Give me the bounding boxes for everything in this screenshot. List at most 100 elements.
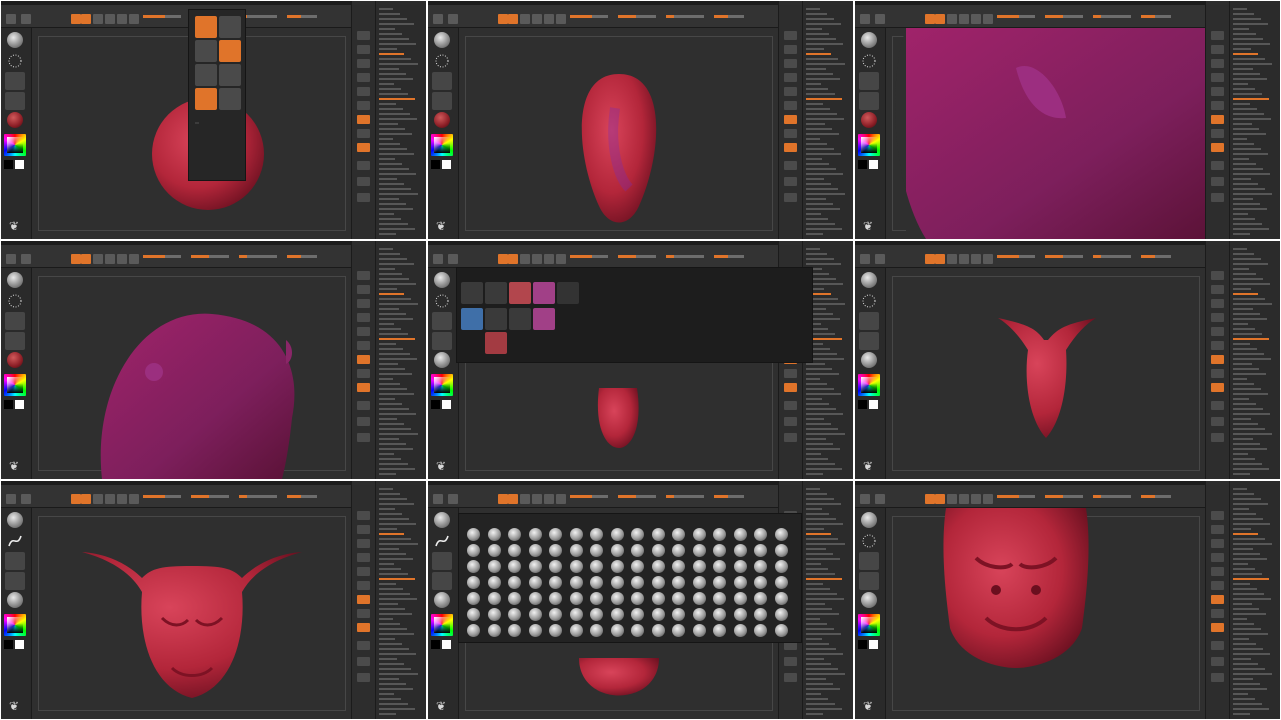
shelf-button[interactable] (784, 401, 797, 410)
focal-shift-slider[interactable] (239, 255, 277, 258)
shelf-button[interactable] (1211, 355, 1224, 364)
brush-thumbnail[interactable] (528, 560, 542, 573)
tray-row[interactable] (379, 612, 423, 616)
color-picker-icon[interactable] (858, 374, 880, 396)
tray-row[interactable] (806, 62, 850, 66)
shelf-button[interactable] (357, 417, 370, 426)
shelf-button[interactable] (357, 101, 370, 110)
tray-row[interactable] (806, 437, 850, 441)
shelf-button[interactable] (1211, 511, 1224, 520)
shelf-button[interactable] (784, 101, 797, 110)
brush-thumbnail[interactable] (508, 544, 521, 557)
tray-row[interactable] (1233, 117, 1277, 121)
material-icon[interactable] (861, 592, 877, 608)
tray-row[interactable] (379, 182, 423, 186)
toolbar-button[interactable] (959, 14, 969, 24)
alpha-icon[interactable] (432, 72, 452, 90)
tray-row[interactable] (1233, 52, 1277, 56)
brush-thumbnail[interactable] (508, 560, 521, 573)
brush-thumbnail[interactable] (733, 592, 747, 605)
shelf-button[interactable] (1211, 45, 1224, 54)
shelf-button[interactable] (1211, 553, 1224, 562)
tray-row[interactable] (1233, 552, 1277, 556)
tray-row[interactable] (1233, 172, 1277, 176)
tray-row[interactable] (379, 92, 423, 96)
brush-thumbnail[interactable] (754, 624, 767, 637)
tray-row[interactable] (379, 537, 423, 541)
shelf-button[interactable] (1211, 327, 1224, 336)
tray-row[interactable] (806, 557, 850, 561)
tray-row[interactable] (806, 47, 850, 51)
tray-row[interactable] (1233, 512, 1277, 516)
tray-row[interactable] (1233, 507, 1277, 511)
document-canvas[interactable] (886, 268, 1206, 479)
stroke-icon[interactable] (859, 532, 879, 550)
tray-row[interactable] (806, 532, 850, 536)
shelf-button[interactable] (357, 341, 370, 350)
tray-row[interactable] (379, 622, 423, 626)
shelf-button[interactable] (784, 87, 797, 96)
brush-thumbnail[interactable] (754, 592, 767, 605)
tray-row[interactable] (379, 22, 423, 26)
tray-row[interactable] (1233, 467, 1277, 471)
tray-row[interactable] (379, 687, 423, 691)
lightbox-tile[interactable] (533, 308, 555, 330)
brush-thumbnail[interactable] (733, 560, 747, 573)
tray-row[interactable] (379, 87, 423, 91)
toolbar-button[interactable] (959, 254, 969, 264)
toolbar-button[interactable] (556, 494, 566, 504)
toolbar-button[interactable] (433, 254, 443, 264)
tray-row[interactable] (1233, 502, 1277, 506)
tray-row[interactable] (806, 567, 850, 571)
toolbar-button[interactable] (21, 254, 31, 264)
shelf-button[interactable] (1211, 369, 1224, 378)
material-icon[interactable] (434, 112, 450, 128)
tray-row[interactable] (806, 697, 850, 701)
tray-row[interactable] (1233, 362, 1277, 366)
shelf-button[interactable] (784, 673, 797, 682)
tray-row[interactable] (806, 412, 850, 416)
tray-row[interactable] (379, 567, 423, 571)
tray-row[interactable] (1233, 592, 1277, 596)
toolbar-button[interactable] (532, 494, 542, 504)
rgb-intensity-slider[interactable] (143, 495, 181, 498)
tray-row[interactable] (1233, 217, 1277, 221)
brush-thumbnail[interactable] (549, 592, 562, 605)
tray-row[interactable] (1233, 442, 1277, 446)
brush-thumbnail[interactable] (631, 592, 644, 605)
tray-row[interactable] (806, 137, 850, 141)
tray-row[interactable] (806, 257, 850, 261)
brush-thumbnail[interactable] (733, 624, 747, 637)
tray-row[interactable] (379, 492, 423, 496)
tray-row[interactable] (806, 247, 850, 251)
color-picker-icon[interactable] (4, 374, 26, 396)
tray-row[interactable] (806, 577, 850, 581)
tray-row[interactable] (379, 282, 423, 286)
tray-row[interactable] (379, 597, 423, 601)
brush-thumbnail[interactable] (549, 560, 562, 573)
alpha-icon[interactable] (5, 72, 25, 90)
sculpt-mesh[interactable] (32, 508, 352, 719)
toolbar-button[interactable] (21, 14, 31, 24)
tray-row[interactable] (379, 572, 423, 576)
tray-row[interactable] (379, 62, 423, 66)
brush-thumbnail[interactable] (569, 560, 583, 573)
tray-row[interactable] (806, 192, 850, 196)
tray-row[interactable] (1233, 162, 1277, 166)
tray-row[interactable] (379, 472, 423, 476)
toolbar-button[interactable] (520, 14, 530, 24)
sphere-brush-icon[interactable] (7, 512, 23, 528)
tray-row[interactable] (1233, 277, 1277, 281)
tray-row[interactable] (1233, 707, 1277, 711)
tray-row[interactable] (379, 67, 423, 71)
toolbar-button[interactable] (433, 14, 443, 24)
shelf-button[interactable] (1211, 609, 1224, 618)
tray-row[interactable] (806, 12, 850, 16)
shelf-button[interactable] (784, 31, 797, 40)
toolbar-button[interactable] (105, 254, 115, 264)
sphere-brush-icon[interactable] (7, 32, 23, 48)
tray-row[interactable] (379, 442, 423, 446)
toolbar-button[interactable] (860, 14, 870, 24)
tray-row[interactable] (806, 67, 850, 71)
tray-row[interactable] (379, 432, 423, 436)
